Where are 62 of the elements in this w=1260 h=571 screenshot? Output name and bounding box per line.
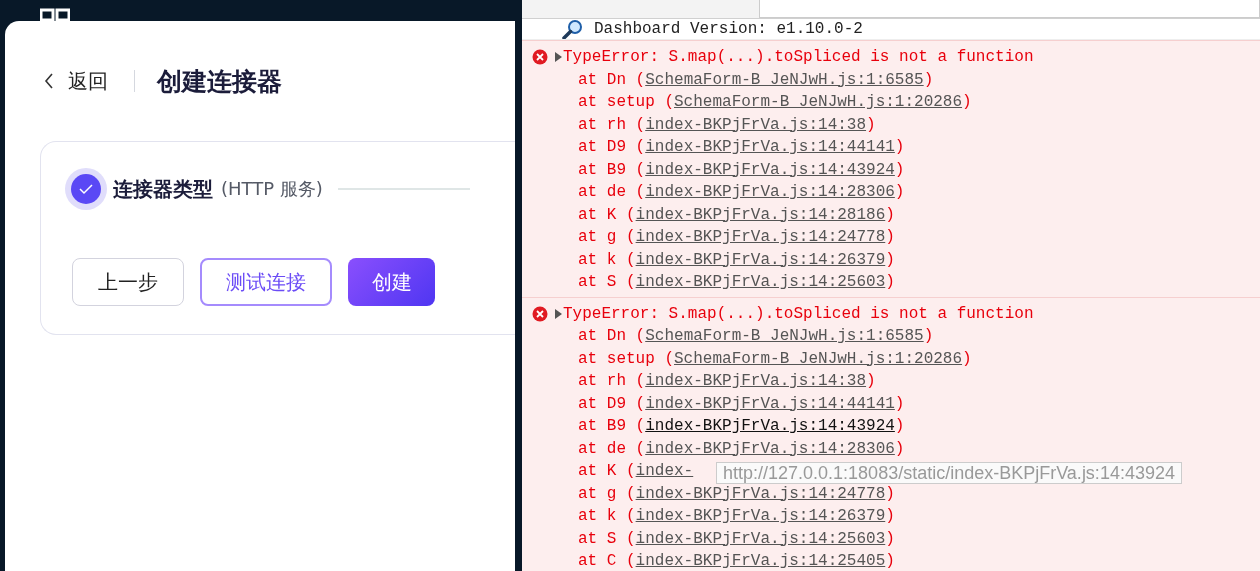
search-icon	[562, 19, 584, 39]
source-link[interactable]: index-BKPjFrVa.js:14:38	[645, 372, 867, 390]
stack-frame: at D9 (index-BKPjFrVa.js:14:44141)	[554, 392, 905, 415]
stack-frame: at rh (index-BKPjFrVa.js:14:38)	[554, 370, 876, 393]
back-label: 返回	[68, 67, 108, 95]
stack-frame: at rh (index-BKPjFrVa.js:14:38)	[554, 113, 876, 136]
stack-frame: at g (index-BKPjFrVa.js:14:24778)	[554, 482, 895, 505]
stack-frame: at setup (SchemaForm-B_JeNJwH.js:1:20286)	[554, 347, 972, 370]
expand-triangle-icon[interactable]	[554, 308, 563, 319]
link-tooltip: http://127.0.0.1:18083/static/index-BKPjFrVa.js:14:43924	[716, 462, 1182, 484]
source-link[interactable]: index-BKPjFrVa.js:14:25603	[635, 273, 886, 291]
source-link[interactable]: index-BKPjFrVa.js:14:44141	[645, 138, 895, 156]
test-button[interactable]: 测试连接	[200, 258, 332, 306]
stack-frame: at D9 (index-BKPjFrVa.js:14:44141)	[554, 136, 905, 159]
source-link[interactable]: index-BKPjFrVa.js:14:28306	[645, 183, 895, 201]
source-link[interactable]: index-BKPjFrVa.js:14:26379	[635, 250, 886, 269]
stack-frame: at C (index-BKPjFrVa.js:14:25405)	[554, 550, 895, 571]
console-message: Dashboard Version: e1.10.0-2	[594, 20, 863, 38]
source-link[interactable]: SchemaForm-B_JeNJwH.js:1:20286	[674, 349, 963, 368]
stack-frame: at K (index-	[554, 460, 694, 483]
error-message: TypeError: S.map(...).toSpliced is not a function	[563, 48, 1034, 67]
filter-field[interactable]	[759, 0, 1260, 18]
previous-button[interactable]: 上一步	[72, 258, 184, 306]
app-grid-icon[interactable]	[40, 7, 70, 21]
source-link[interactable]: index-	[635, 462, 694, 480]
stack-frame: at S (index-BKPjFrVa.js:14:25603)	[554, 527, 895, 550]
error-message: TypeError: S.map(...).toSpliced is not a function	[563, 304, 1034, 323]
page-title: 创建连接器	[157, 65, 282, 98]
expand-triangle-icon[interactable]	[554, 52, 563, 63]
source-link[interactable]: index-BKPjFrVa.js:14:25405	[635, 552, 886, 570]
stack-frame: at Dn (SchemaForm-B_JeNJwH.js:1:6585)	[554, 68, 934, 91]
stack-frame: at Dn (SchemaForm-B_JeNJwH.js:1:6585)	[554, 325, 934, 348]
source-link[interactable]: index-BKPjFrVa.js:14:24778	[635, 228, 886, 246]
stack-frame: at k (index-BKPjFrVa.js:14:26379)	[554, 248, 895, 271]
chevron-left-icon	[44, 73, 54, 89]
source-link[interactable]: index-BKPjFrVa.js:14:44141	[645, 394, 895, 413]
stack-frame: at K (index-BKPjFrVa.js:14:28186)	[554, 203, 895, 226]
source-link[interactable]: index-BKPjFrVa.js:14:28306	[645, 439, 895, 458]
source-link[interactable]: index-BKPjFrVa.js:14:43924	[645, 160, 895, 179]
source-link[interactable]: SchemaForm-B_JeNJwH.js:1:20286	[674, 93, 963, 111]
create-button[interactable]: 创建	[348, 258, 435, 306]
source-link[interactable]: index-BKPjFrVa.js:14:43924	[645, 417, 895, 435]
source-link[interactable]: index-BKPjFrVa.js:14:28186	[635, 205, 886, 224]
source-link[interactable]: index-BKPjFrVa.js:14:24778	[635, 484, 886, 503]
step-title: 连接器类型	[113, 175, 213, 203]
source-link[interactable]: SchemaForm-B_JeNJwH.js:1:6585	[645, 70, 924, 89]
source-link[interactable]: index-BKPjFrVa.js:14:38	[645, 115, 867, 134]
stack-frame: at B9 (index-BKPjFrVa.js:14:43924)	[554, 158, 905, 181]
source-link[interactable]: SchemaForm-B_JeNJwH.js:1:6585	[645, 327, 924, 345]
stack-frame: at setup (SchemaForm-B_JeNJwH.js:1:20286)	[554, 91, 972, 114]
stack-frame: at g (index-BKPjFrVa.js:14:24778)	[554, 226, 895, 249]
stack-frame: at k (index-BKPjFrVa.js:14:26379)	[554, 505, 895, 528]
step-detail: (HTTP 服务)	[221, 177, 323, 201]
back-button[interactable]: 返回	[40, 67, 112, 95]
stack-frame: at B9 (index-BKPjFrVa.js:14:43924)	[554, 415, 905, 438]
error-icon	[532, 305, 548, 322]
source-link[interactable]: index-BKPjFrVa.js:14:26379	[635, 507, 886, 525]
stack-frame: at de (index-BKPjFrVa.js:14:28306)	[554, 181, 905, 204]
source-link[interactable]: index-BKPjFrVa.js:14:25603	[635, 529, 886, 548]
stack-frame: at S (index-BKPjFrVa.js:14:25603)	[554, 271, 895, 294]
error-icon	[532, 49, 548, 65]
stack-frame: at de (index-BKPjFrVa.js:14:28306)	[554, 437, 905, 460]
